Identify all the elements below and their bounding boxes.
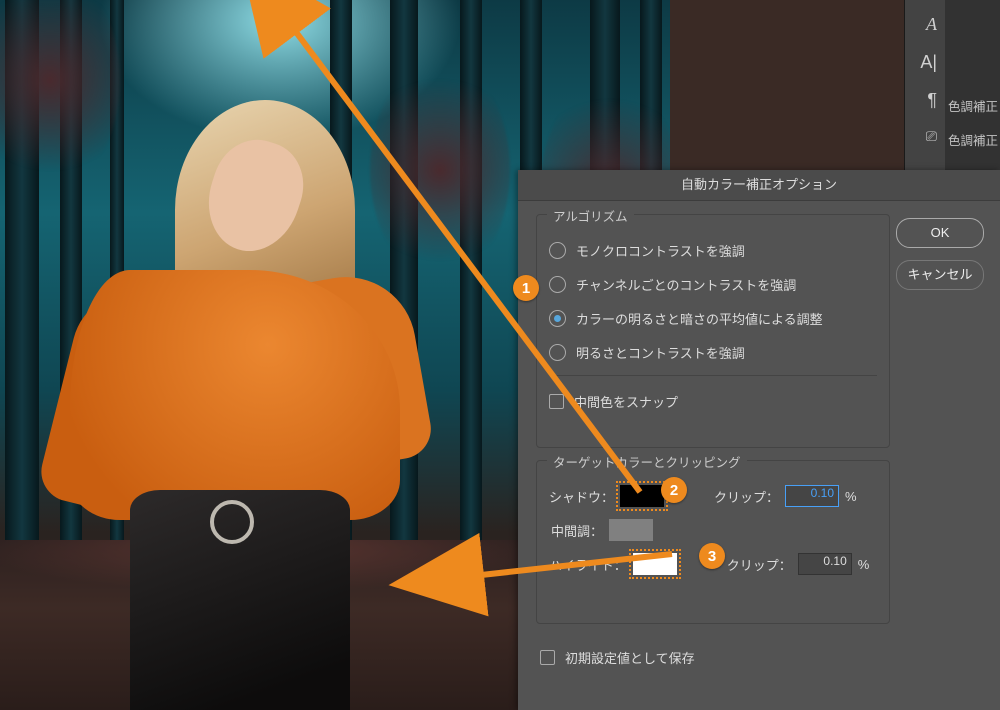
highlight-label: ハイライト： <box>549 555 627 574</box>
algorithm-group: アルゴリズム モノクロコントラストを強調 チャンネルごとのコントラストを強調 カ… <box>536 214 890 448</box>
radio-icon <box>549 242 566 259</box>
percent-label: % <box>845 489 857 504</box>
ok-button[interactable]: OK <box>896 218 984 248</box>
checkbox-icon <box>549 394 564 409</box>
panel-label-2[interactable]: 色調補正 <box>948 130 998 149</box>
radio-icon <box>549 310 566 327</box>
annotation-badge-3: 3 <box>699 543 725 569</box>
radio-brightness-contrast[interactable]: 明るさとコントラストを強調 <box>549 335 877 369</box>
radio-label: モノクロコントラストを強調 <box>576 241 745 260</box>
target-legend: ターゲットカラーとクリッピング <box>547 452 747 471</box>
dialog-title: 自動カラー補正オプション <box>518 170 1000 201</box>
radio-icon <box>549 344 566 361</box>
annotation-badge-2: 2 <box>661 477 687 503</box>
shadow-clip-input[interactable]: 0.10 <box>785 485 839 507</box>
midtone-label: 中間調： <box>549 521 603 540</box>
radio-label: カラーの明るさと暗さの平均値による調整 <box>576 309 823 328</box>
type-tool-icon[interactable]: A <box>926 14 937 35</box>
algorithm-legend: アルゴリズム <box>547 206 634 225</box>
glyph-panel-icon[interactable]: ⎚ <box>926 128 937 145</box>
shadow-swatch[interactable] <box>620 485 664 507</box>
midtone-swatch[interactable] <box>609 519 653 541</box>
percent-label: % <box>858 557 870 572</box>
highlight-clip-input[interactable]: 0.10 <box>798 553 852 575</box>
checkbox-label: 中間色をスナップ <box>574 392 678 411</box>
radio-dark-light-avg[interactable]: カラーの明るさと暗さの平均値による調整 <box>549 301 877 335</box>
shadow-label: シャドウ： <box>549 487 614 506</box>
radio-mono-contrast[interactable]: モノクロコントラストを強調 <box>549 233 877 267</box>
photoshop-canvas: A A| ¶ ⎚ 色調補正 色調補正 自動カラー補正オプション アルゴリズム モ… <box>0 0 1000 710</box>
clip-label: クリップ： <box>714 487 779 506</box>
cancel-button[interactable]: キャンセル <box>896 260 984 290</box>
tool-strip <box>904 0 945 180</box>
auto-color-dialog: 自動カラー補正オプション アルゴリズム モノクロコントラストを強調 チャンネルご… <box>518 170 1000 710</box>
target-clip-group: ターゲットカラーとクリッピング シャドウ： クリップ： 0.10 % 中間調： … <box>536 460 890 624</box>
pilcrow-icon[interactable]: ¶ <box>927 90 937 111</box>
checkbox-icon <box>540 650 555 665</box>
annotation-badge-1: 1 <box>513 275 539 301</box>
snap-neutrals-checkbox[interactable]: 中間色をスナップ <box>549 384 877 418</box>
subject-person <box>60 100 440 710</box>
paragraph-tool-icon[interactable]: A| <box>920 52 937 73</box>
checkbox-label: 初期設定値として保存 <box>565 648 695 667</box>
panel-label-1[interactable]: 色調補正 <box>948 96 998 115</box>
clip-label: クリップ： <box>727 555 792 574</box>
radio-channel-contrast[interactable]: チャンネルごとのコントラストを強調 <box>549 267 877 301</box>
radio-label: チャンネルごとのコントラストを強調 <box>576 275 796 294</box>
save-default-checkbox[interactable]: 初期設定値として保存 <box>540 640 695 674</box>
radio-label: 明るさとコントラストを強調 <box>576 343 745 362</box>
radio-icon <box>549 276 566 293</box>
highlight-swatch[interactable] <box>633 553 677 575</box>
